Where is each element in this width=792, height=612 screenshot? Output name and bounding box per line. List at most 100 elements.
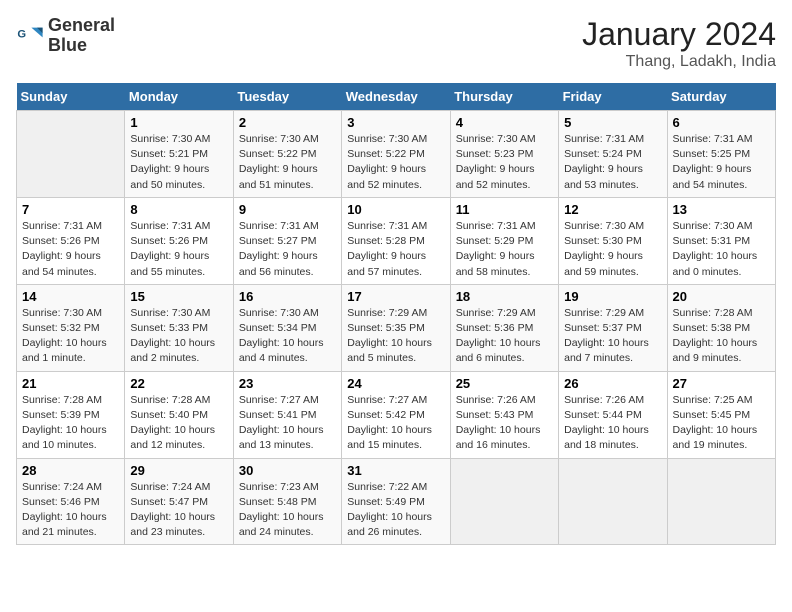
day-cell: 26 Sunrise: 7:26 AM Sunset: 5:44 PM Dayli…: [559, 371, 667, 458]
day-number: 19: [564, 289, 661, 304]
day-number: 2: [239, 115, 336, 130]
day-cell: 24 Sunrise: 7:27 AM Sunset: 5:42 PM Dayli…: [342, 371, 450, 458]
logo-text: General Blue: [48, 16, 115, 56]
day-info: Sunrise: 7:31 AM Sunset: 5:26 PM Dayligh…: [130, 219, 227, 280]
day-number: 22: [130, 376, 227, 391]
day-number: 21: [22, 376, 119, 391]
logo-line1: General: [48, 16, 115, 36]
day-info: Sunrise: 7:23 AM Sunset: 5:48 PM Dayligh…: [239, 480, 336, 541]
day-cell: 2 Sunrise: 7:30 AM Sunset: 5:22 PM Daylig…: [233, 111, 341, 198]
day-cell: [559, 458, 667, 545]
day-cell: 10 Sunrise: 7:31 AM Sunset: 5:28 PM Dayli…: [342, 197, 450, 284]
col-header-friday: Friday: [559, 83, 667, 111]
calendar-header: SundayMondayTuesdayWednesdayThursdayFrid…: [17, 83, 776, 111]
day-cell: 1 Sunrise: 7:30 AM Sunset: 5:21 PM Daylig…: [125, 111, 233, 198]
col-header-monday: Monday: [125, 83, 233, 111]
day-number: 24: [347, 376, 444, 391]
day-info: Sunrise: 7:29 AM Sunset: 5:35 PM Dayligh…: [347, 306, 444, 367]
title-block: January 2024 Thang, Ladakh, India: [582, 16, 776, 71]
day-cell: 25 Sunrise: 7:26 AM Sunset: 5:43 PM Dayli…: [450, 371, 558, 458]
day-info: Sunrise: 7:30 AM Sunset: 5:22 PM Dayligh…: [239, 132, 336, 193]
day-cell: 4 Sunrise: 7:30 AM Sunset: 5:23 PM Daylig…: [450, 111, 558, 198]
day-number: 18: [456, 289, 553, 304]
day-cell: 13Sunrise: 7:30 AM Sunset: 5:31 PM Dayli…: [667, 197, 775, 284]
day-number: 14: [22, 289, 119, 304]
day-cell: 12 Sunrise: 7:30 AM Sunset: 5:30 PM Dayli…: [559, 197, 667, 284]
day-info: Sunrise: 7:30 AM Sunset: 5:32 PM Dayligh…: [22, 306, 119, 367]
col-header-tuesday: Tuesday: [233, 83, 341, 111]
day-number: 25: [456, 376, 553, 391]
day-number: 3: [347, 115, 444, 130]
day-info: Sunrise: 7:30 AM Sunset: 5:23 PM Dayligh…: [456, 132, 553, 193]
day-number: 30: [239, 463, 336, 478]
day-number: 12: [564, 202, 661, 217]
day-cell: 15Sunrise: 7:30 AM Sunset: 5:33 PM Dayli…: [125, 284, 233, 371]
svg-text:G: G: [17, 28, 26, 40]
day-cell: 11Sunrise: 7:31 AM Sunset: 5:29 PM Dayli…: [450, 197, 558, 284]
col-header-saturday: Saturday: [667, 83, 775, 111]
day-number: 10: [347, 202, 444, 217]
day-info: Sunrise: 7:31 AM Sunset: 5:27 PM Dayligh…: [239, 219, 336, 280]
week-row-5: 28 Sunrise: 7:24 AM Sunset: 5:46 PM Dayli…: [17, 458, 776, 545]
col-header-sunday: Sunday: [17, 83, 125, 111]
day-cell: 17Sunrise: 7:29 AM Sunset: 5:35 PM Dayli…: [342, 284, 450, 371]
day-info: Sunrise: 7:25 AM Sunset: 5:45 PM Dayligh…: [673, 393, 770, 454]
day-number: 29: [130, 463, 227, 478]
day-cell: 21Sunrise: 7:28 AM Sunset: 5:39 PM Dayli…: [17, 371, 125, 458]
day-info: Sunrise: 7:29 AM Sunset: 5:37 PM Dayligh…: [564, 306, 661, 367]
logo-line2: Blue: [48, 36, 115, 56]
day-number: 31: [347, 463, 444, 478]
calendar-table: SundayMondayTuesdayWednesdayThursdayFrid…: [16, 83, 776, 545]
day-info: Sunrise: 7:26 AM Sunset: 5:44 PM Dayligh…: [564, 393, 661, 454]
day-cell: [17, 111, 125, 198]
day-cell: 7 Sunrise: 7:31 AM Sunset: 5:26 PM Daylig…: [17, 197, 125, 284]
day-cell: 31Sunrise: 7:22 AM Sunset: 5:49 PM Dayli…: [342, 458, 450, 545]
day-info: Sunrise: 7:31 AM Sunset: 5:29 PM Dayligh…: [456, 219, 553, 280]
day-number: 27: [673, 376, 770, 391]
day-number: 1: [130, 115, 227, 130]
day-number: 16: [239, 289, 336, 304]
day-cell: 18 Sunrise: 7:29 AM Sunset: 5:36 PM Dayli…: [450, 284, 558, 371]
col-header-wednesday: Wednesday: [342, 83, 450, 111]
sub-title: Thang, Ladakh, India: [582, 53, 776, 71]
day-cell: [667, 458, 775, 545]
day-number: 8: [130, 202, 227, 217]
day-info: Sunrise: 7:31 AM Sunset: 5:26 PM Dayligh…: [22, 219, 119, 280]
day-info: Sunrise: 7:31 AM Sunset: 5:28 PM Dayligh…: [347, 219, 444, 280]
week-row-1: 1 Sunrise: 7:30 AM Sunset: 5:21 PM Daylig…: [17, 111, 776, 198]
day-info: Sunrise: 7:28 AM Sunset: 5:38 PM Dayligh…: [673, 306, 770, 367]
day-number: 26: [564, 376, 661, 391]
day-cell: 9 Sunrise: 7:31 AM Sunset: 5:27 PM Daylig…: [233, 197, 341, 284]
day-cell: [450, 458, 558, 545]
day-number: 5: [564, 115, 661, 130]
day-number: 20: [673, 289, 770, 304]
day-info: Sunrise: 7:26 AM Sunset: 5:43 PM Dayligh…: [456, 393, 553, 454]
day-cell: 28 Sunrise: 7:24 AM Sunset: 5:46 PM Dayli…: [17, 458, 125, 545]
logo-icon: G: [16, 22, 44, 50]
day-info: Sunrise: 7:30 AM Sunset: 5:30 PM Dayligh…: [564, 219, 661, 280]
day-info: Sunrise: 7:31 AM Sunset: 5:25 PM Dayligh…: [673, 132, 770, 193]
day-cell: 29 Sunrise: 7:24 AM Sunset: 5:47 PM Dayli…: [125, 458, 233, 545]
day-number: 7: [22, 202, 119, 217]
day-cell: 16 Sunrise: 7:30 AM Sunset: 5:34 PM Dayli…: [233, 284, 341, 371]
page-header: G General Blue January 2024 Thang, Ladak…: [16, 16, 776, 71]
day-info: Sunrise: 7:30 AM Sunset: 5:21 PM Dayligh…: [130, 132, 227, 193]
day-number: 28: [22, 463, 119, 478]
day-cell: 19 Sunrise: 7:29 AM Sunset: 5:37 PM Dayli…: [559, 284, 667, 371]
day-info: Sunrise: 7:24 AM Sunset: 5:46 PM Dayligh…: [22, 480, 119, 541]
day-info: Sunrise: 7:30 AM Sunset: 5:34 PM Dayligh…: [239, 306, 336, 367]
day-info: Sunrise: 7:30 AM Sunset: 5:33 PM Dayligh…: [130, 306, 227, 367]
day-cell: 14 Sunrise: 7:30 AM Sunset: 5:32 PM Dayli…: [17, 284, 125, 371]
day-cell: 6Sunrise: 7:31 AM Sunset: 5:25 PM Daylig…: [667, 111, 775, 198]
day-number: 4: [456, 115, 553, 130]
day-info: Sunrise: 7:27 AM Sunset: 5:41 PM Dayligh…: [239, 393, 336, 454]
day-cell: 22Sunrise: 7:28 AM Sunset: 5:40 PM Dayli…: [125, 371, 233, 458]
day-info: Sunrise: 7:27 AM Sunset: 5:42 PM Dayligh…: [347, 393, 444, 454]
day-info: Sunrise: 7:29 AM Sunset: 5:36 PM Dayligh…: [456, 306, 553, 367]
day-cell: 8 Sunrise: 7:31 AM Sunset: 5:26 PM Daylig…: [125, 197, 233, 284]
week-row-3: 14 Sunrise: 7:30 AM Sunset: 5:32 PM Dayli…: [17, 284, 776, 371]
day-cell: 30 Sunrise: 7:23 AM Sunset: 5:48 PM Dayli…: [233, 458, 341, 545]
day-cell: 5Sunrise: 7:31 AM Sunset: 5:24 PM Daylig…: [559, 111, 667, 198]
day-info: Sunrise: 7:24 AM Sunset: 5:47 PM Dayligh…: [130, 480, 227, 541]
day-number: 9: [239, 202, 336, 217]
